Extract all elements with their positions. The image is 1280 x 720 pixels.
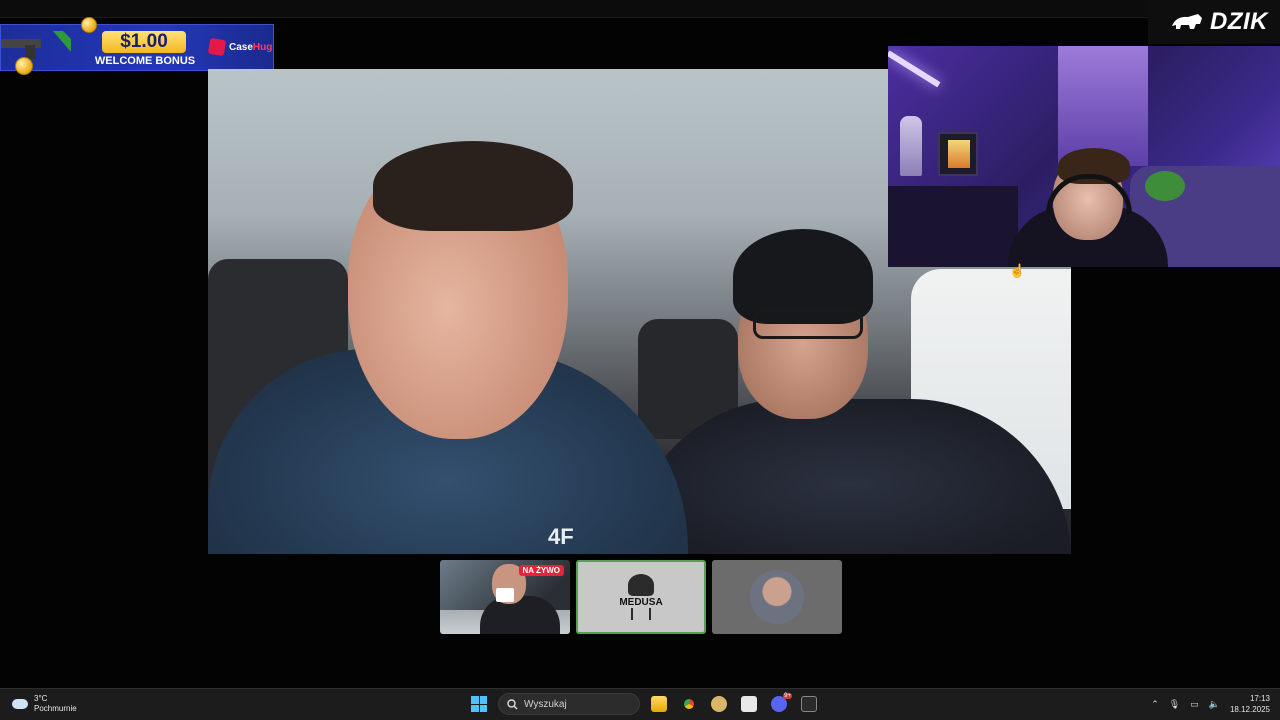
jacket-logo: 4F xyxy=(548,524,574,549)
taskbar-apps: Wyszukaj 9+ xyxy=(468,693,820,715)
chrome-button[interactable] xyxy=(678,693,700,715)
coin-icon xyxy=(15,57,33,75)
knife-gun-icon xyxy=(1,31,71,59)
weather-temp: 3°C xyxy=(34,694,48,703)
clock[interactable]: 17:13 18.12.2025 xyxy=(1230,693,1270,715)
brand-name: DZIK xyxy=(1210,8,1268,35)
ad-banner[interactable]: $1.00 WELCOME BONUS CaseHug xyxy=(0,17,274,75)
streamer-webcam xyxy=(888,46,1280,267)
app-icon xyxy=(711,696,727,712)
app-button-2[interactable] xyxy=(738,693,760,715)
participant-thumbnails: NA ŻYWO MEDUSA xyxy=(440,560,842,634)
person-left-hair xyxy=(373,141,573,231)
taskbar-search[interactable]: Wyszukaj xyxy=(498,693,640,715)
ad-bonus-text: WELCOME BONUS xyxy=(94,55,196,67)
notification-badge: 9+ xyxy=(783,693,792,699)
clock-time: 17:13 xyxy=(1249,694,1270,703)
avatar xyxy=(750,570,804,624)
channel-brand: DZIK xyxy=(1148,0,1280,44)
room-shelf xyxy=(888,186,1018,267)
trophy-icon xyxy=(900,116,922,176)
speaker-icon[interactable]: 🔈 xyxy=(1209,699,1220,710)
hand-cursor-icon: ☝ xyxy=(1009,263,1026,278)
app-button-1[interactable] xyxy=(708,693,730,715)
screen-share-icon xyxy=(496,588,514,602)
start-button[interactable] xyxy=(468,693,490,715)
casehug-logo: CaseHug xyxy=(207,37,273,57)
casehug-cube-icon xyxy=(207,37,227,57)
search-icon xyxy=(507,698,518,709)
live-badge: NA ŻYWO xyxy=(518,565,564,576)
participant-thumb-avatar[interactable] xyxy=(712,560,842,634)
discord-button[interactable]: 9+ xyxy=(768,693,792,715)
search-placeholder: Wyszukaj xyxy=(524,698,567,710)
coin-icon xyxy=(81,17,97,33)
brand-part-a: Case xyxy=(229,41,253,53)
stream-stage: $1.00 WELCOME BONUS CaseHug DZIK 4F ☝ NA… xyxy=(0,0,1280,688)
cloud-icon xyxy=(12,699,28,709)
epic-games-icon xyxy=(801,696,817,712)
folder-icon xyxy=(651,696,667,712)
epic-button[interactable] xyxy=(798,693,820,715)
weather-desc: Pochmurnie xyxy=(34,704,77,713)
windows-taskbar: 3°C Pochmurnie Wyszukaj 9+ ⌃ 🎙 ▭ 🔈 17:13… xyxy=(0,688,1280,720)
brand-part-b: Hug xyxy=(252,41,273,53)
weather-widget[interactable]: 3°C Pochmurnie xyxy=(12,694,77,714)
person-right-glasses xyxy=(753,309,863,339)
file-explorer-button[interactable] xyxy=(648,693,670,715)
system-tray: ⌃ 🎙 ▭ 🔈 17:13 18.12.2025 xyxy=(1151,693,1270,715)
display-icon[interactable]: ▭ xyxy=(1190,699,1199,710)
clock-date: 18.12.2025 xyxy=(1229,705,1270,714)
plush-toy xyxy=(1145,171,1185,201)
small-screen xyxy=(938,132,978,176)
medusa-label: MEDUSA xyxy=(619,597,663,608)
participant-thumb-live[interactable]: NA ŻYWO xyxy=(440,560,570,634)
microphone-icon[interactable]: 🎙 xyxy=(1169,699,1180,710)
window-top-bar xyxy=(0,0,1280,18)
ad-amount: $1.00 xyxy=(102,31,186,53)
windows-icon xyxy=(471,696,487,712)
participant-thumb-medusa[interactable]: MEDUSA xyxy=(576,560,706,634)
app-icon xyxy=(741,696,757,712)
led-strip xyxy=(888,50,941,88)
chevron-up-icon[interactable]: ⌃ xyxy=(1151,699,1159,710)
boar-icon xyxy=(1172,14,1202,29)
jellyfish-icon xyxy=(628,574,654,596)
chrome-icon xyxy=(681,696,697,712)
